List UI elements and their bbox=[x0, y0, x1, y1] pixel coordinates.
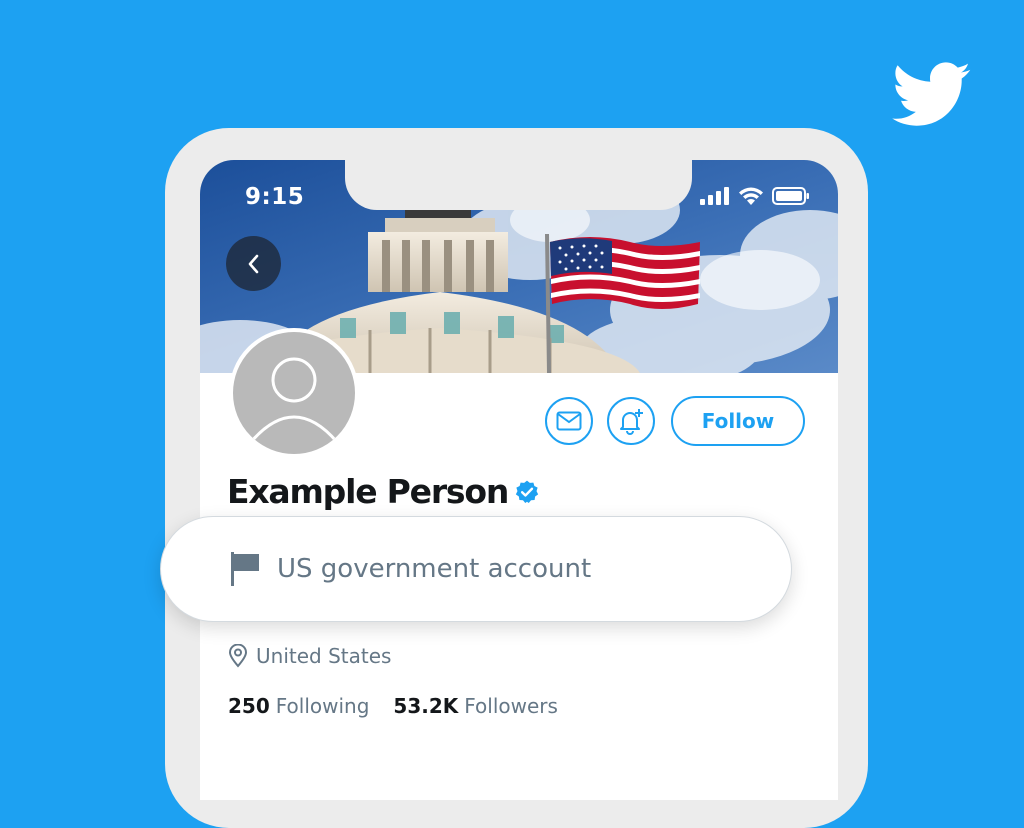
notifications-button[interactable] bbox=[607, 397, 655, 445]
wifi-icon bbox=[739, 187, 763, 205]
mail-icon bbox=[556, 411, 582, 431]
signal-icon bbox=[700, 187, 729, 205]
government-label-pill: US government account bbox=[160, 516, 792, 622]
back-button[interactable] bbox=[226, 236, 281, 291]
phone-notch bbox=[345, 160, 692, 210]
name-row: Example Person bbox=[227, 472, 540, 511]
default-avatar-icon bbox=[249, 357, 339, 443]
battery-icon bbox=[772, 187, 809, 205]
bell-plus-icon bbox=[620, 409, 643, 435]
followers-link[interactable]: 53.2K Followers bbox=[393, 694, 558, 718]
status-icons bbox=[700, 186, 810, 205]
message-button[interactable] bbox=[545, 397, 593, 445]
following-count: 250 bbox=[228, 694, 270, 718]
following-link[interactable]: 250 Following bbox=[228, 694, 369, 718]
followers-count: 53.2K bbox=[393, 694, 459, 718]
status-time: 9:15 bbox=[245, 184, 305, 210]
profile-screen: 9:15 Follow Example Person United States… bbox=[200, 160, 838, 800]
follow-button[interactable]: Follow bbox=[671, 396, 805, 446]
location-text: United States bbox=[256, 644, 392, 668]
twitter-bird-icon bbox=[892, 62, 971, 126]
profile-actions: Follow bbox=[545, 396, 805, 446]
back-chevron-icon bbox=[248, 254, 258, 273]
follow-stats: 250 Following 53.2K Followers bbox=[228, 694, 558, 718]
location-row: United States bbox=[228, 644, 391, 668]
flag-icon bbox=[231, 552, 259, 586]
verified-badge-icon bbox=[515, 480, 539, 503]
following-label: Following bbox=[275, 694, 370, 718]
followers-label: Followers bbox=[464, 694, 558, 718]
government-label-text: US government account bbox=[277, 554, 592, 584]
location-pin-icon bbox=[228, 644, 248, 668]
avatar bbox=[229, 328, 359, 458]
display-name: Example Person bbox=[227, 472, 509, 511]
